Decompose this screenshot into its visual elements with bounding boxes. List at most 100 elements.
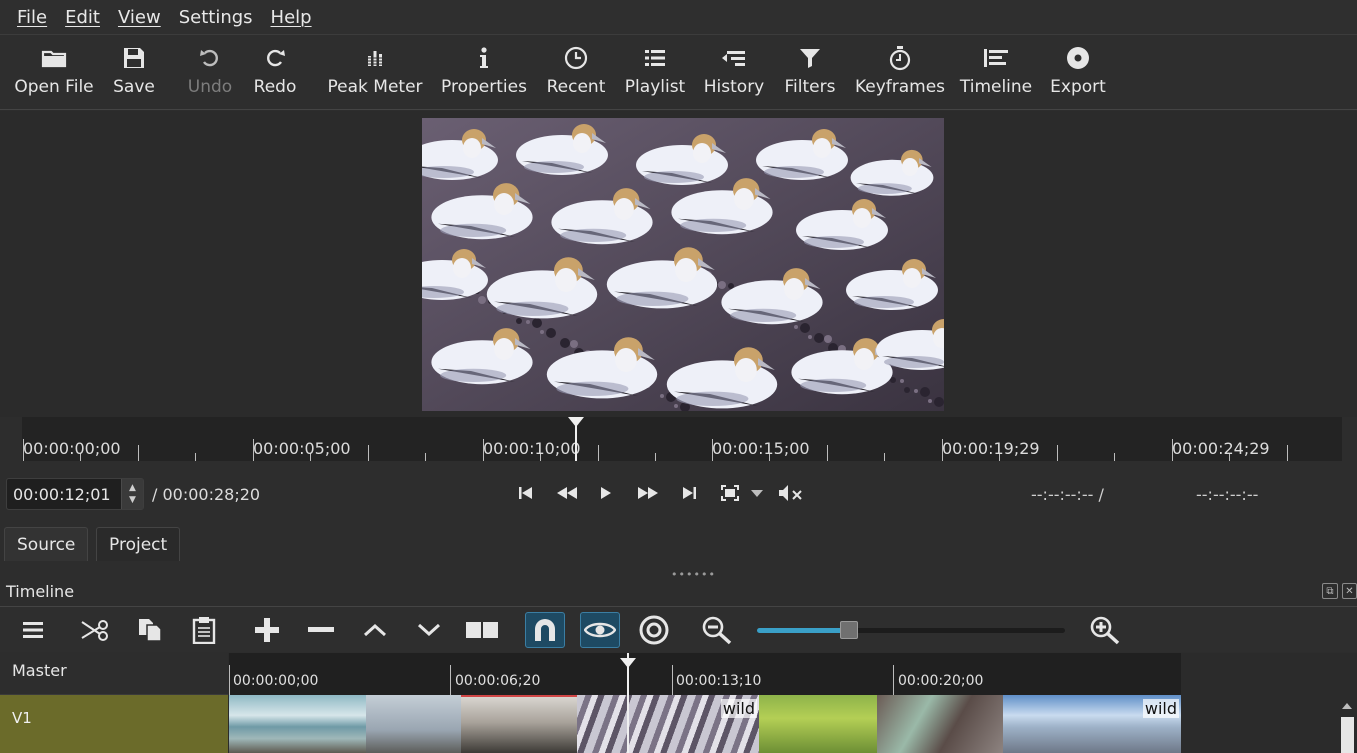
dock-float-button[interactable]: ⧉ (1322, 583, 1338, 599)
lift-button[interactable] (355, 612, 395, 648)
tab-project[interactable]: Project (96, 527, 181, 561)
timeline-clip[interactable] (366, 695, 461, 753)
zoom-slider-handle[interactable] (840, 621, 859, 639)
ground-speck (800, 323, 810, 333)
undo-icon (199, 43, 221, 73)
timeline-playhead[interactable] (627, 653, 629, 753)
overwrite-button[interactable] (409, 612, 449, 648)
menu-bar: File Edit View Settings Help (0, 0, 1357, 34)
ground-speck (900, 379, 904, 383)
stopwatch-icon (888, 43, 912, 73)
in-point-display: --:--:--:-- / (1031, 485, 1104, 504)
volume-button[interactable] (777, 483, 805, 503)
ground-speck (718, 281, 726, 289)
shotcut-window: File Edit View Settings Help Open File S… (0, 0, 1357, 753)
timeline-dock-title: Timeline (6, 582, 75, 601)
skip-to-end-button[interactable] (681, 483, 697, 503)
split-button[interactable] (462, 612, 502, 648)
scrollbar-thumb[interactable] (1341, 717, 1354, 753)
timeline-clip[interactable]: wild (577, 695, 759, 753)
fullscreen-icon (721, 485, 739, 501)
keyframes-button[interactable]: Keyframes (855, 43, 945, 103)
timeline-clip[interactable] (759, 695, 877, 753)
ruler-label: 00:00:05;00 (253, 439, 351, 458)
timeline-menu-button[interactable] (13, 612, 53, 648)
append-button[interactable] (247, 612, 287, 648)
zoom-slider[interactable] (757, 621, 1065, 639)
timeline-clip[interactable] (461, 695, 577, 753)
zoom-dropdown-button[interactable] (750, 483, 764, 503)
splitter-handle[interactable]: •••••• (671, 568, 716, 581)
ruler-label: 00:00:00;00 (23, 439, 121, 458)
time-spinner[interactable]: ▲ ▼ (121, 479, 143, 509)
master-track-header[interactable]: Master (0, 653, 228, 695)
menu-view[interactable]: View (109, 7, 170, 28)
timeline-ruler[interactable]: 00:00:00;00 00:00:06;20 00:00:13;10 00:0… (229, 653, 1181, 695)
menu-help[interactable]: Help (262, 7, 321, 28)
timeline-ruler-tick (893, 665, 894, 695)
hamburger-icon (23, 622, 43, 638)
main-toolbar: Open File Save Undo Redo Peak Meter Prop… (0, 34, 1357, 110)
recent-button[interactable]: Recent (546, 43, 606, 103)
current-time-field[interactable]: 00:00:12;01 ▲ ▼ (6, 478, 144, 510)
ground-speck (814, 333, 824, 343)
skip-to-start-button[interactable] (518, 483, 534, 503)
timeline-playhead-marker[interactable] (620, 653, 636, 668)
snap-toggle[interactable] (525, 612, 565, 648)
playlist-button[interactable]: Playlist (625, 43, 685, 103)
ground-speck (914, 389, 918, 393)
eye-icon (584, 622, 616, 638)
save-button[interactable]: Save (110, 43, 158, 103)
cut-button[interactable] (76, 612, 116, 648)
timeline-clip[interactable] (229, 695, 366, 753)
copy-button[interactable] (130, 612, 170, 648)
ground-speck (570, 340, 578, 348)
export-button[interactable]: Export (1049, 43, 1107, 103)
menu-edit[interactable]: Edit (56, 7, 109, 28)
scrub-toggle[interactable] (580, 612, 620, 648)
undo-button[interactable]: Undo (186, 43, 234, 103)
target-icon (639, 615, 669, 645)
timeline-vertical-scrollbar[interactable] (1338, 695, 1357, 753)
tab-source[interactable]: Source (4, 527, 89, 561)
timeline-clip[interactable]: wild (1003, 695, 1181, 753)
open-file-button[interactable]: Open File (14, 43, 94, 103)
zoom-in-button[interactable] (1085, 612, 1125, 648)
chevron-up-icon (363, 623, 387, 637)
play-button[interactable] (600, 483, 612, 503)
zoom-slider-fill (757, 628, 850, 633)
menu-settings[interactable]: Settings (170, 7, 262, 28)
timeline-clip[interactable] (877, 695, 1003, 753)
zoom-out-button[interactable] (697, 612, 737, 648)
menu-file[interactable]: File (8, 7, 56, 28)
clip-label: wild (720, 699, 757, 718)
rewind-button[interactable] (556, 483, 578, 503)
history-button[interactable]: History (704, 43, 764, 103)
peak-meter-button[interactable]: Peak Meter (328, 43, 423, 103)
transport-bar: 00:00:12;01 ▲ ▼ / 00:00:28;20 --:--:--:--… (0, 462, 1357, 522)
fast-forward-icon (638, 487, 658, 499)
ripple-delete-button[interactable] (301, 612, 341, 648)
ground-speck (660, 394, 664, 398)
chevron-up-icon: ▲ (129, 483, 136, 493)
redo-button[interactable]: Redo (252, 43, 298, 103)
timeline-button[interactable]: Timeline (960, 43, 1032, 103)
filters-button[interactable]: Filters (784, 43, 836, 103)
ground-speck (532, 318, 542, 328)
ripple-toggle[interactable] (634, 612, 674, 648)
player-ruler[interactable]: 00:00:00;00 00:00:05;00 00:00:10;00 00:0… (22, 417, 1342, 461)
close-icon: ✕ (1345, 585, 1354, 597)
ruler-minor-tick (598, 445, 599, 461)
paste-button[interactable] (184, 612, 224, 648)
disc-icon (1066, 43, 1090, 73)
player-playhead[interactable] (568, 417, 584, 461)
timeline-tracks: Master V1 00:00:00;00 00:00:06;20 00:00:… (0, 653, 1357, 753)
track-v1-header[interactable]: V1 (0, 695, 228, 753)
fast-forward-button[interactable] (637, 483, 659, 503)
properties-button[interactable]: Properties (441, 43, 527, 103)
ruler-label: 00:00:19;29 (942, 439, 1040, 458)
ground-speck (890, 377, 896, 383)
ruler-label: 00:00:24;29 (1172, 439, 1270, 458)
zoom-fit-button[interactable] (720, 483, 740, 503)
dock-close-button[interactable]: ✕ (1342, 583, 1357, 599)
